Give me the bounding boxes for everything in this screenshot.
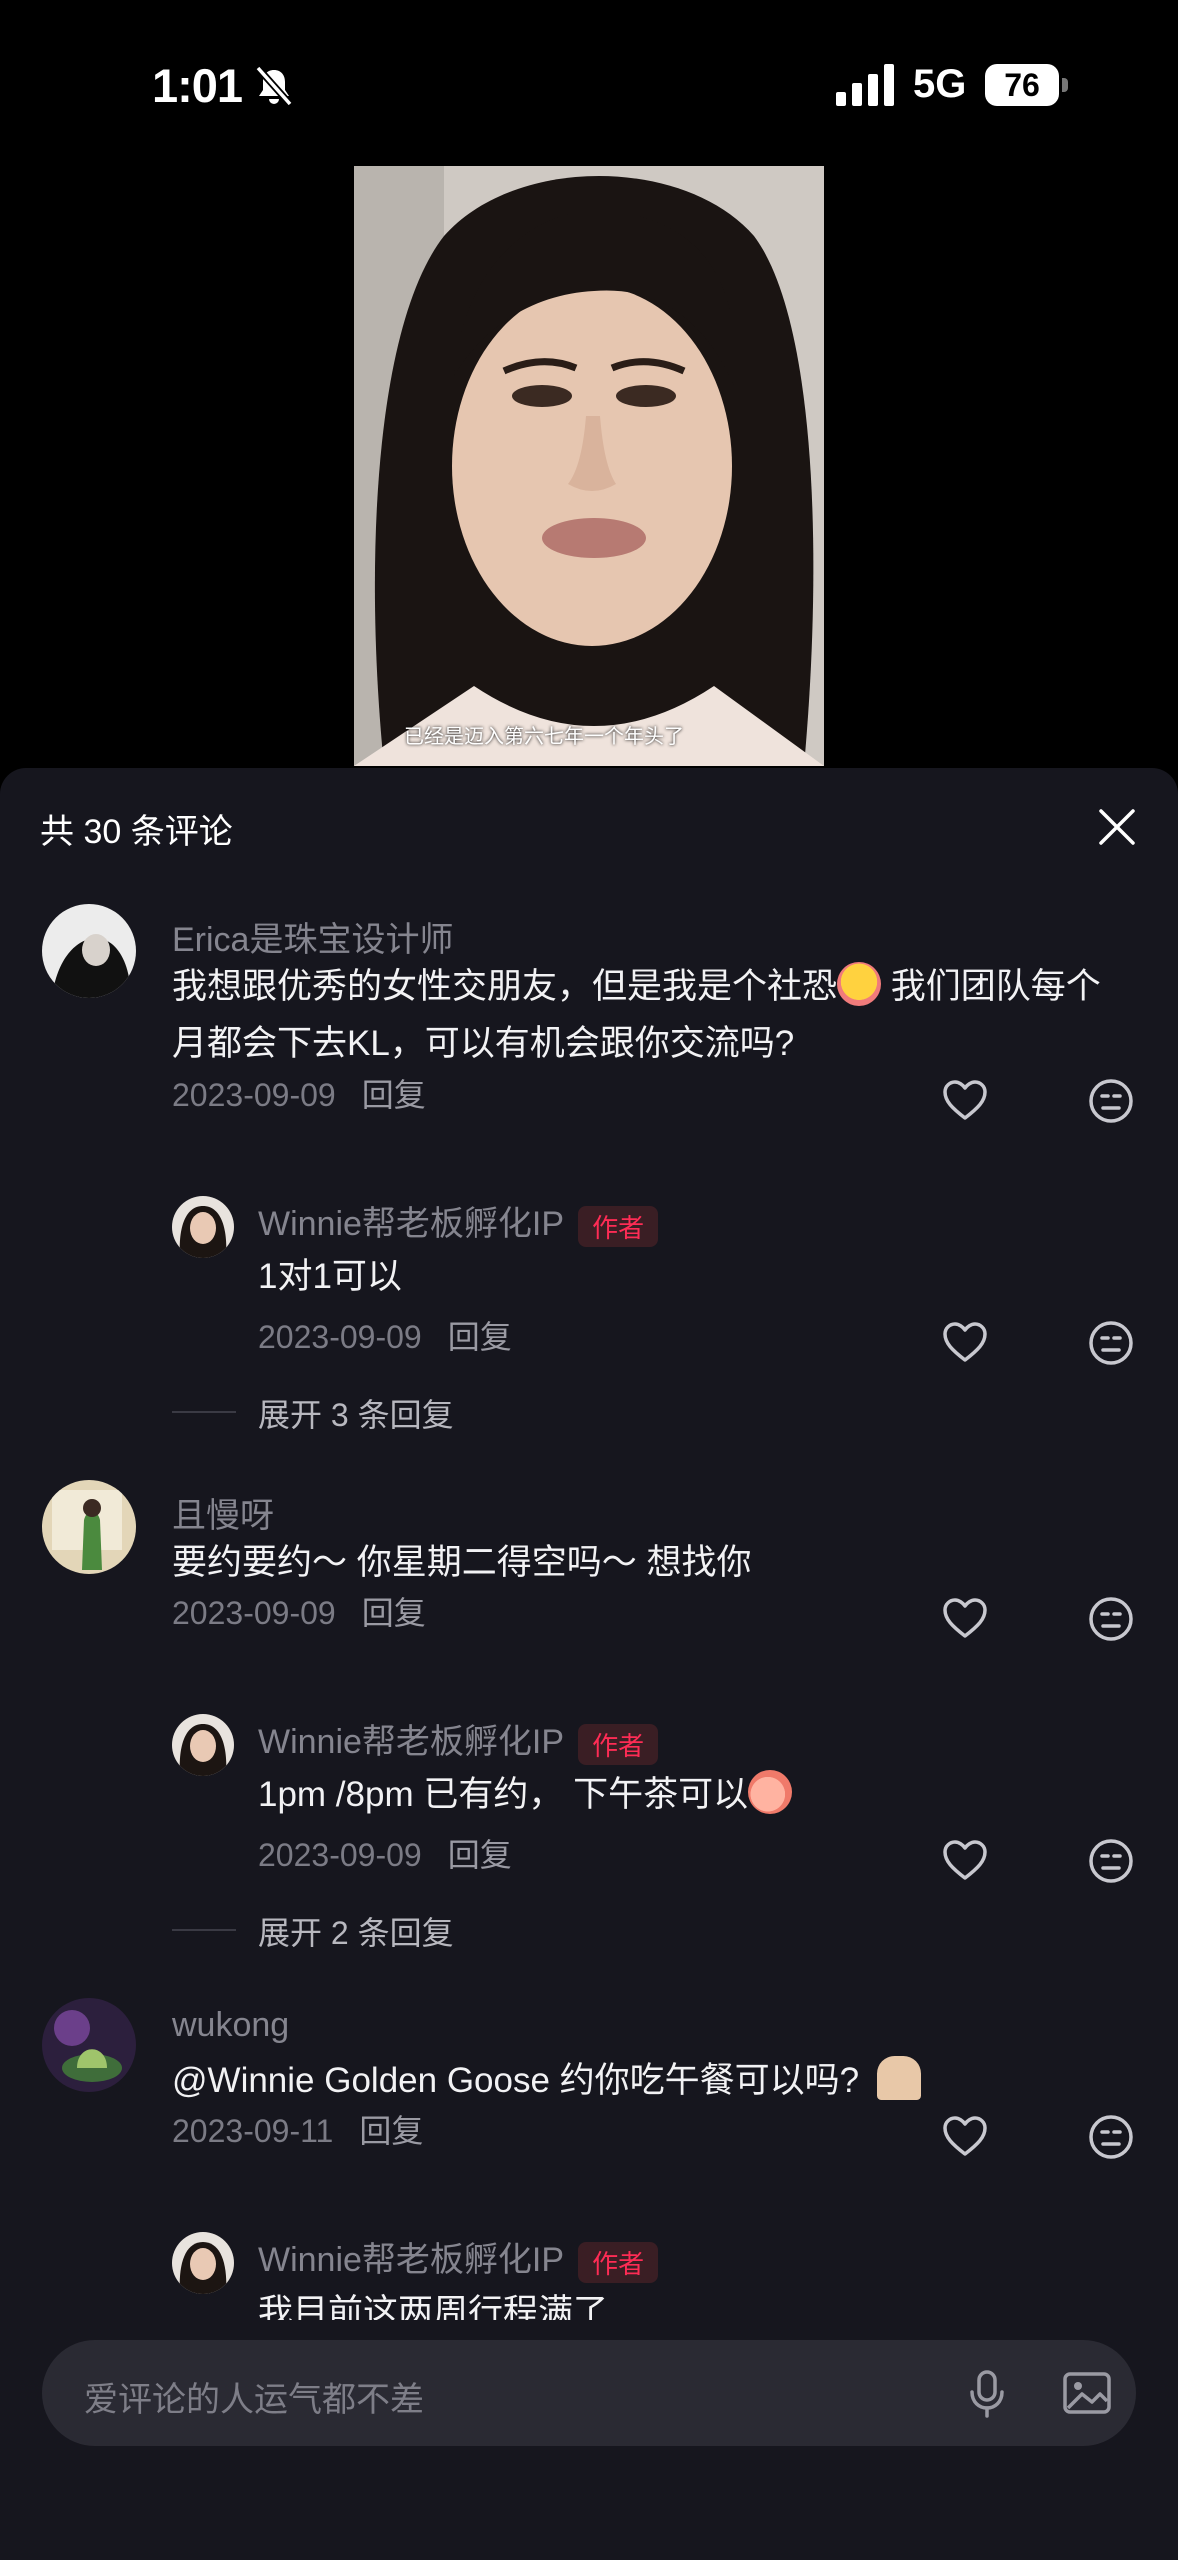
author-badge: 作者 <box>578 1205 659 1247</box>
heart-icon[interactable] <box>940 1594 990 1644</box>
reply-button[interactable]: 回复 <box>362 1595 426 1631</box>
author-badge: 作者 <box>578 2241 659 2283</box>
dislike-face-icon[interactable] <box>1086 2112 1136 2162</box>
video-player[interactable]: 已经是迈入第六七年一个年头了 <box>354 166 824 766</box>
video-caption: 已经是迈入第六七年一个年头了 <box>404 726 684 748</box>
reply-username: Winnie帮老板孵化IP 作者 <box>258 1196 659 1247</box>
image-icon[interactable] <box>1060 2366 1114 2420</box>
battery-icon: 76 <box>985 64 1069 106</box>
heart-icon[interactable] <box>940 1318 990 1368</box>
author-badge: 作者 <box>578 1723 659 1765</box>
dislike-face-icon[interactable] <box>1086 1594 1136 1644</box>
comment-count-title: 共 30 条评论 <box>40 813 233 851</box>
dislike-face-icon[interactable] <box>1086 1836 1136 1886</box>
dislike-face-icon[interactable] <box>1086 1076 1136 1126</box>
comment-date: 2023-09-09 <box>172 1077 336 1113</box>
avatar[interactable] <box>42 1998 136 2092</box>
reply-username: Winnie帮老板孵化IP 作者 <box>258 2232 659 2283</box>
comment-date: 2023-09-09 <box>172 1595 336 1631</box>
avatar[interactable] <box>42 1480 136 1574</box>
comment-input-placeholder: 爱评论的人运气都不差 <box>84 2381 424 2419</box>
reply-username: Winnie帮老板孵化IP 作者 <box>258 1714 659 1765</box>
expand-replies-button[interactable]: 展开 2 条回复 <box>258 1908 454 1954</box>
expand-divider <box>172 1929 236 1931</box>
reply-text: 1pm /8pm 已有约， 下午茶可以 <box>258 1766 793 1823</box>
comment-meta: 2023-09-11 回复 <box>172 2106 423 2152</box>
avatar[interactable] <box>172 1196 234 1258</box>
comment-input[interactable]: 爱评论的人运气都不差 <box>42 2340 1136 2446</box>
comment-username[interactable]: wukong <box>172 2006 289 2045</box>
comment-date: 2023-09-11 <box>172 2113 334 2149</box>
comment-sheet: 共 30 条评论 Erica是珠宝设计师 我想跟优秀的女性交朋友，但是我是个社恐… <box>0 768 1178 2560</box>
comment-list[interactable]: Erica是珠宝设计师 我想跟优秀的女性交朋友，但是我是个社恐 我们团队每个月都… <box>0 904 1178 2320</box>
network-type: 5G <box>913 62 967 106</box>
reply-button[interactable]: 回复 <box>359 2113 423 2149</box>
avatar[interactable] <box>172 2232 234 2294</box>
heart-icon[interactable] <box>940 2112 990 2162</box>
reply-text: 我目前这两周行程满了 <box>258 2293 609 2320</box>
heart-icon[interactable] <box>940 1076 990 1126</box>
comment-text: 我想跟优秀的女性交朋友，但是我是个社恐 我们团队每个月都会下去KL，可以有机会跟… <box>172 958 1132 1072</box>
dislike-face-icon[interactable] <box>1086 1318 1136 1368</box>
avatar[interactable] <box>42 904 136 998</box>
comment-meta: 2023-09-09 回复 <box>172 1070 426 1116</box>
heart-icon[interactable] <box>940 1836 990 1886</box>
comment-text: @Winnie Golden Goose 约你吃午餐可以吗? <box>172 2052 1132 2109</box>
crying-emoji-icon <box>837 962 882 1006</box>
status-time: 1:01 <box>152 59 243 112</box>
avatar[interactable] <box>172 1714 234 1776</box>
expand-replies-button[interactable]: 展开 3 条回复 <box>258 1390 454 1436</box>
comment-text: 要约要约～ 你星期二得空吗～ 想找你 <box>172 1543 752 1582</box>
peach-emoji-icon <box>748 1770 793 1814</box>
reply-button[interactable]: 回复 <box>362 1077 426 1113</box>
reply-date: 2023-09-09 <box>258 1837 422 1873</box>
reply-meta: 2023-09-09 回复 <box>258 1830 512 1876</box>
close-icon[interactable] <box>1094 804 1140 850</box>
praying-hands-emoji-icon <box>877 2056 922 2100</box>
status-bar: 1:01 5G 76 <box>0 0 1178 170</box>
expand-divider <box>172 1411 236 1413</box>
comment-meta: 2023-09-09 回复 <box>172 1588 426 1634</box>
comment-username[interactable]: Erica是珠宝设计师 <box>172 912 453 961</box>
reply-meta: 2023-09-09 回复 <box>258 1312 512 1358</box>
signal-icon <box>836 64 894 106</box>
bell-slash-icon <box>255 65 293 107</box>
reply-text: 1对1可以 <box>258 1257 402 1296</box>
reply-button[interactable]: 回复 <box>448 1837 512 1873</box>
comment-username[interactable]: 且慢呀 <box>172 1488 274 1537</box>
video-frame <box>354 166 824 766</box>
reply-button[interactable]: 回复 <box>448 1319 512 1355</box>
reply-date: 2023-09-09 <box>258 1319 422 1355</box>
battery-level: 76 <box>1004 67 1040 103</box>
mic-icon[interactable] <box>960 2366 1014 2420</box>
